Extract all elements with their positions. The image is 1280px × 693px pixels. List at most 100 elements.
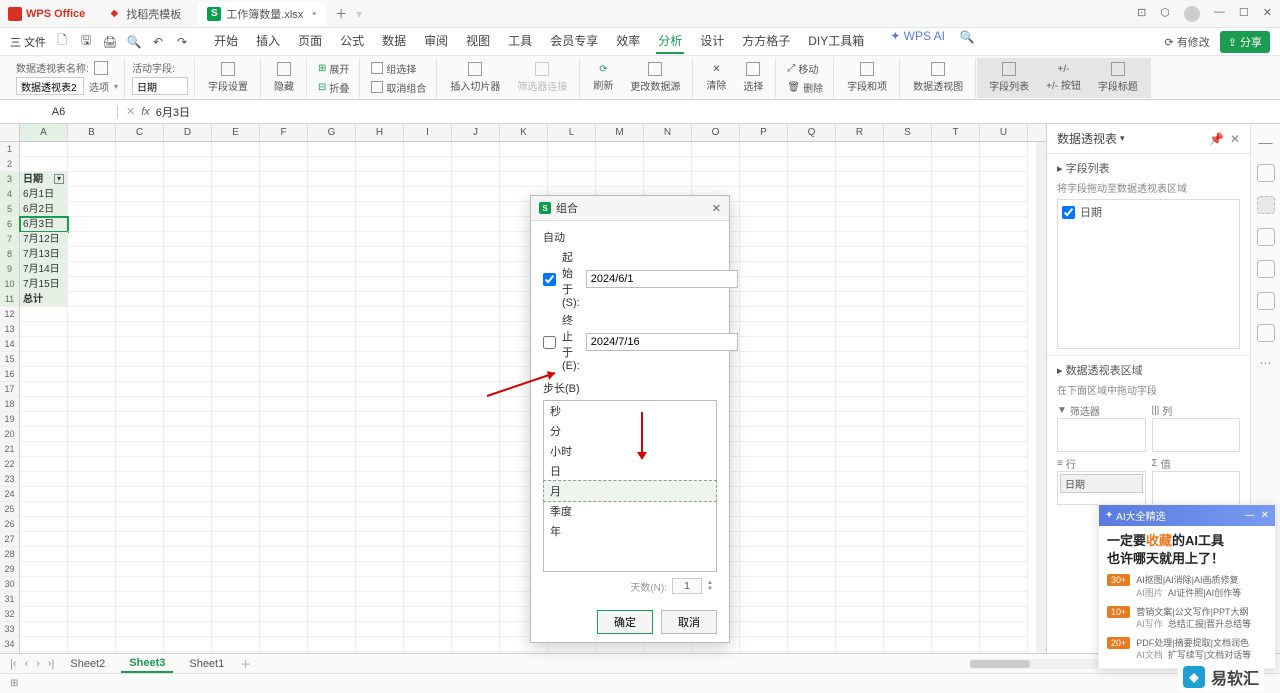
row-header[interactable]: 23: [0, 472, 20, 487]
cell[interactable]: [884, 547, 932, 562]
new-icon[interactable]: 🗋: [54, 34, 70, 50]
cell[interactable]: 日期▾: [20, 172, 68, 187]
cell[interactable]: [788, 232, 836, 247]
cell[interactable]: [836, 532, 884, 547]
options-button[interactable]: 选项: [89, 79, 109, 94]
select-button[interactable]: 选择: [737, 60, 769, 95]
rail-tool3-icon[interactable]: [1257, 292, 1275, 310]
cell[interactable]: [884, 292, 932, 307]
cell[interactable]: [164, 472, 212, 487]
cell[interactable]: [884, 562, 932, 577]
cell[interactable]: [980, 322, 1028, 337]
cell[interactable]: [20, 592, 68, 607]
cell[interactable]: 6月2日: [20, 202, 68, 217]
cell[interactable]: [164, 427, 212, 442]
end-checkbox[interactable]: [543, 336, 556, 349]
cell[interactable]: [404, 532, 452, 547]
cell[interactable]: [116, 397, 164, 412]
cell[interactable]: [788, 307, 836, 322]
cell[interactable]: [980, 292, 1028, 307]
cell[interactable]: [884, 517, 932, 532]
cell[interactable]: [452, 382, 500, 397]
cell[interactable]: [260, 442, 308, 457]
cell[interactable]: [164, 142, 212, 157]
cell[interactable]: [356, 577, 404, 592]
cell[interactable]: [788, 487, 836, 502]
cell[interactable]: [404, 232, 452, 247]
step-list[interactable]: 秒 分 小时 日 月 季度 年: [543, 400, 717, 572]
cell[interactable]: [356, 217, 404, 232]
cell[interactable]: [260, 607, 308, 622]
cell[interactable]: [932, 172, 980, 187]
add-sheet-button[interactable]: ＋: [240, 656, 251, 672]
cell[interactable]: [692, 157, 740, 172]
cell[interactable]: [500, 142, 548, 157]
cell[interactable]: [740, 202, 788, 217]
cell[interactable]: [788, 217, 836, 232]
cell[interactable]: [740, 292, 788, 307]
cell[interactable]: [356, 322, 404, 337]
cell[interactable]: [68, 382, 116, 397]
cell[interactable]: [164, 367, 212, 382]
cell[interactable]: [404, 592, 452, 607]
cell[interactable]: [68, 577, 116, 592]
cell[interactable]: [836, 307, 884, 322]
cell[interactable]: [308, 532, 356, 547]
cell[interactable]: [68, 622, 116, 637]
cell[interactable]: [68, 652, 116, 653]
cell[interactable]: [740, 187, 788, 202]
cell[interactable]: [932, 472, 980, 487]
cell[interactable]: [116, 382, 164, 397]
cell[interactable]: [980, 427, 1028, 442]
cell[interactable]: [68, 367, 116, 382]
cell[interactable]: [836, 247, 884, 262]
cell[interactable]: [116, 277, 164, 292]
cell[interactable]: [452, 292, 500, 307]
cell[interactable]: [740, 232, 788, 247]
tab-templates[interactable]: ◆ 找稻壳模板: [97, 2, 191, 26]
close-pane-icon[interactable]: ✕: [1230, 132, 1240, 146]
ad-item[interactable]: 30+AI抠图|AI消除|AI画质修复AI图片 AI证件照|AI创作等: [1107, 574, 1267, 599]
cell[interactable]: [884, 217, 932, 232]
cell[interactable]: [260, 637, 308, 652]
save-icon[interactable]: 🖫: [78, 34, 94, 50]
cell[interactable]: [788, 412, 836, 427]
cell[interactable]: [164, 397, 212, 412]
cell[interactable]: [20, 157, 68, 172]
cell[interactable]: [20, 517, 68, 532]
cell[interactable]: [596, 157, 644, 172]
cell[interactable]: [260, 577, 308, 592]
window-close-icon[interactable]: ✕: [1263, 6, 1272, 22]
cell[interactable]: [260, 472, 308, 487]
cell[interactable]: [740, 592, 788, 607]
cell[interactable]: [116, 532, 164, 547]
cell[interactable]: [836, 382, 884, 397]
cell[interactable]: [692, 172, 740, 187]
cell[interactable]: [68, 292, 116, 307]
col-header[interactable]: I: [404, 124, 452, 141]
cell[interactable]: [212, 157, 260, 172]
cell[interactable]: [644, 172, 692, 187]
cell[interactable]: [308, 517, 356, 532]
cell[interactable]: [260, 382, 308, 397]
cell[interactable]: [884, 592, 932, 607]
cell[interactable]: [116, 232, 164, 247]
cell[interactable]: [20, 577, 68, 592]
cell[interactable]: [68, 322, 116, 337]
cell[interactable]: [116, 547, 164, 562]
cell[interactable]: [404, 457, 452, 472]
end-input[interactable]: [586, 333, 738, 351]
cell[interactable]: [740, 532, 788, 547]
ad-item[interactable]: 10+营销文案|公文写作|PPT大纲AI写作 总结汇报|晋升总结等: [1107, 606, 1267, 631]
cell[interactable]: [932, 382, 980, 397]
new-tab-button[interactable]: ＋: [332, 5, 350, 23]
cell[interactable]: [116, 577, 164, 592]
cell[interactable]: [164, 157, 212, 172]
row-header[interactable]: 14: [0, 337, 20, 352]
cell[interactable]: [212, 547, 260, 562]
row-header[interactable]: 11: [0, 292, 20, 307]
cell[interactable]: [260, 277, 308, 292]
cell[interactable]: [212, 427, 260, 442]
cell[interactable]: [20, 607, 68, 622]
cell[interactable]: [452, 352, 500, 367]
